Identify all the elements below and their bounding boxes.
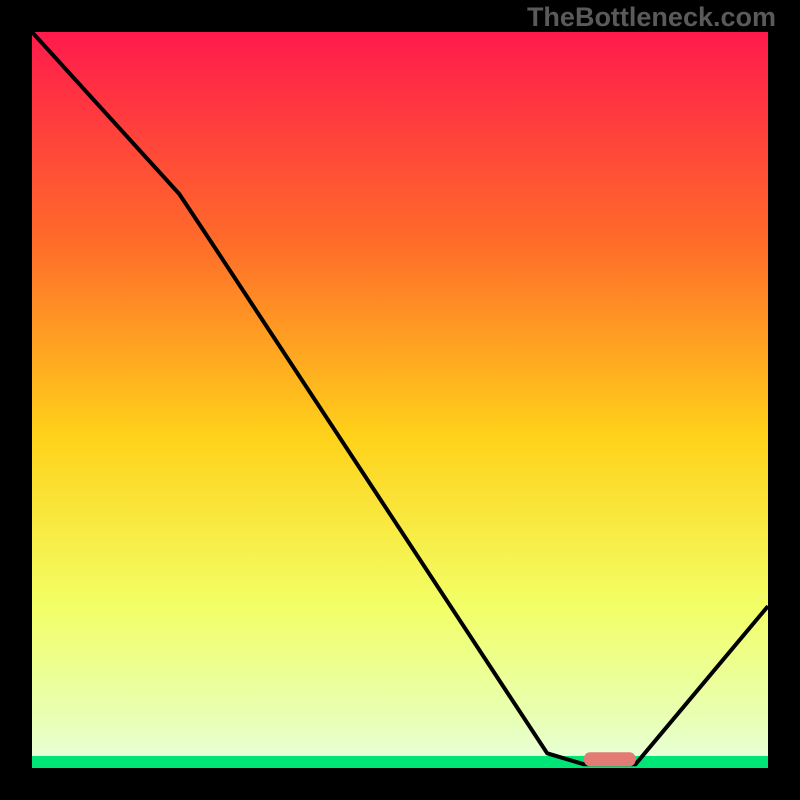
highlight-marker	[584, 752, 636, 766]
gradient-background	[32, 32, 768, 768]
green-bottom-strip	[32, 756, 768, 768]
chart-plot-area	[32, 32, 768, 768]
watermark-label: TheBottleneck.com	[527, 2, 776, 33]
chart-svg	[32, 32, 768, 768]
chart-frame: TheBottleneck.com	[0, 0, 800, 800]
